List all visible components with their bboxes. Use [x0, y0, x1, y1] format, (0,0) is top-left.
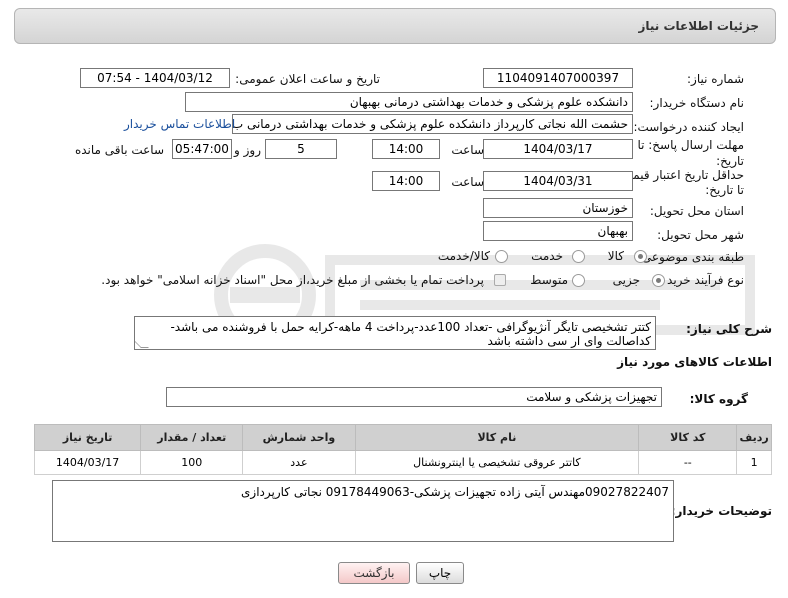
deadline-label: مهلت ارسال پاسخ: تا: [637, 138, 744, 152]
cell-quantity: 100: [140, 450, 244, 475]
goods-group-field: تجهیزات پزشکی و سلامت: [166, 387, 662, 407]
table-row: 1 -- کاتتر عروقی تشخیصی یا اینترونشنال ع…: [33, 450, 772, 475]
remaining-label: ساعت باقی مانده: [74, 143, 164, 157]
deadline-time-field: 14:00: [372, 139, 440, 159]
cell-goods-name: کاتتر عروقی تشخیصی یا اینترونشنال: [354, 450, 640, 475]
category-radio-goods[interactable]: [634, 250, 647, 263]
creator-field: حشمت الله نجاتی کارپرداز دانشکده علوم پز…: [232, 114, 633, 134]
goods-section-title: اطلاعات کالاهای مورد نیاز: [617, 355, 772, 369]
process-radio-medium[interactable]: [572, 274, 585, 287]
price-validity-label: حداقل تاریخ اعتبار قیمت:: [617, 168, 744, 182]
print-button[interactable]: چاپ: [416, 562, 464, 584]
process-option-minor: جزیی: [612, 273, 640, 287]
price-date-field: 1404/03/31: [483, 171, 633, 191]
city-field: بهبهان: [483, 221, 633, 241]
description-text: کتتر تشخیصی تایگر آنژیوگرافی -تعداد 100ع…: [170, 320, 651, 348]
description-label: شرح کلی نیاز:: [686, 322, 772, 336]
process-label: نوع فرآیند خرید :: [659, 273, 744, 287]
buyer-label: نام دستگاه خریدار:: [649, 96, 745, 110]
col-need-date: تاریخ نیاز: [33, 424, 142, 451]
days-label: روز و: [234, 143, 261, 157]
category-option-goods: کالا: [607, 249, 624, 263]
treasury-checkbox[interactable]: [494, 274, 506, 286]
price-validity-label-date: تا تاریخ:: [705, 183, 744, 197]
process-option-medium: متوسط: [530, 273, 568, 287]
back-button[interactable]: بازگشت: [338, 562, 410, 584]
category-option-service: خدمت: [531, 249, 563, 263]
price-time-field: 14:00: [372, 171, 440, 191]
goods-table: ردیف کد کالا نام کالا واحد شمارش تعداد /…: [33, 424, 772, 475]
payment-note: پرداخت تمام یا بخشی از مبلغ خرید،از محل …: [101, 273, 484, 287]
category-label: طبقه بندی موضوعی:: [637, 250, 744, 264]
announce-label: تاریخ و ساعت اعلان عمومی:: [235, 72, 380, 86]
table-header-row: ردیف کد کالا نام کالا واحد شمارش تعداد /…: [33, 424, 772, 451]
cell-goods-code: --: [638, 450, 738, 475]
buyer-notes-text: 09027822407مهندس آیتی زاده تجهیزات پزشکی…: [241, 485, 669, 499]
buyer-contact-link[interactable]: اطلاعات تماس خریدار: [124, 117, 235, 131]
remaining-time-field: 05:47:00: [172, 139, 232, 159]
col-row-number: ردیف: [736, 424, 772, 451]
deadline-date-field: 1404/03/17: [483, 139, 633, 159]
need-number-label: شماره نیاز:: [687, 72, 744, 86]
resize-grip-icon[interactable]: [135, 340, 149, 348]
page-title: جزئیات اطلاعات نیاز: [638, 19, 759, 33]
buyer-notes-field: 09027822407مهندس آیتی زاده تجهیزات پزشکی…: [52, 480, 674, 542]
cell-need-date: 1404/03/17: [33, 450, 142, 475]
province-label: استان محل تحویل:: [649, 204, 744, 218]
remaining-days-field: 5: [265, 139, 337, 159]
cell-unit: عدد: [242, 450, 356, 475]
category-radio-service[interactable]: [572, 250, 585, 263]
province-field: خوزستان: [483, 198, 633, 218]
buyer-field: دانشکده علوم پزشکی و خدمات بهداشتی درمان…: [185, 92, 633, 112]
process-radio-minor[interactable]: [652, 274, 665, 287]
col-goods-name: نام کالا: [354, 424, 640, 451]
creator-label: ایجاد کننده درخواست:: [633, 120, 744, 134]
buyer-notes-label: توضیحات خریدار:: [670, 504, 772, 518]
deadline-label-date: تاریخ:: [716, 154, 744, 168]
cell-row-number: 1: [736, 450, 772, 475]
price-time-label: ساعت: [451, 175, 484, 189]
city-label: شهر محل تحویل:: [657, 228, 744, 242]
need-number-field: 1104091407000397: [483, 68, 633, 88]
deadline-time-label: ساعت: [451, 143, 484, 157]
category-radio-goods-service[interactable]: [495, 250, 508, 263]
header-panel: جزئیات اطلاعات نیاز: [14, 8, 776, 44]
col-goods-code: کد کالا: [638, 424, 738, 451]
goods-group-label: گروه کالا:: [689, 392, 748, 406]
announce-field: 1404/03/12 - 07:54: [80, 68, 230, 88]
col-unit: واحد شمارش: [242, 424, 356, 451]
description-field: کتتر تشخیصی تایگر آنژیوگرافی -تعداد 100ع…: [134, 316, 656, 350]
category-option-goods-service: کالا/خدمت: [437, 249, 490, 263]
col-quantity: تعداد / مقدار: [140, 424, 244, 451]
